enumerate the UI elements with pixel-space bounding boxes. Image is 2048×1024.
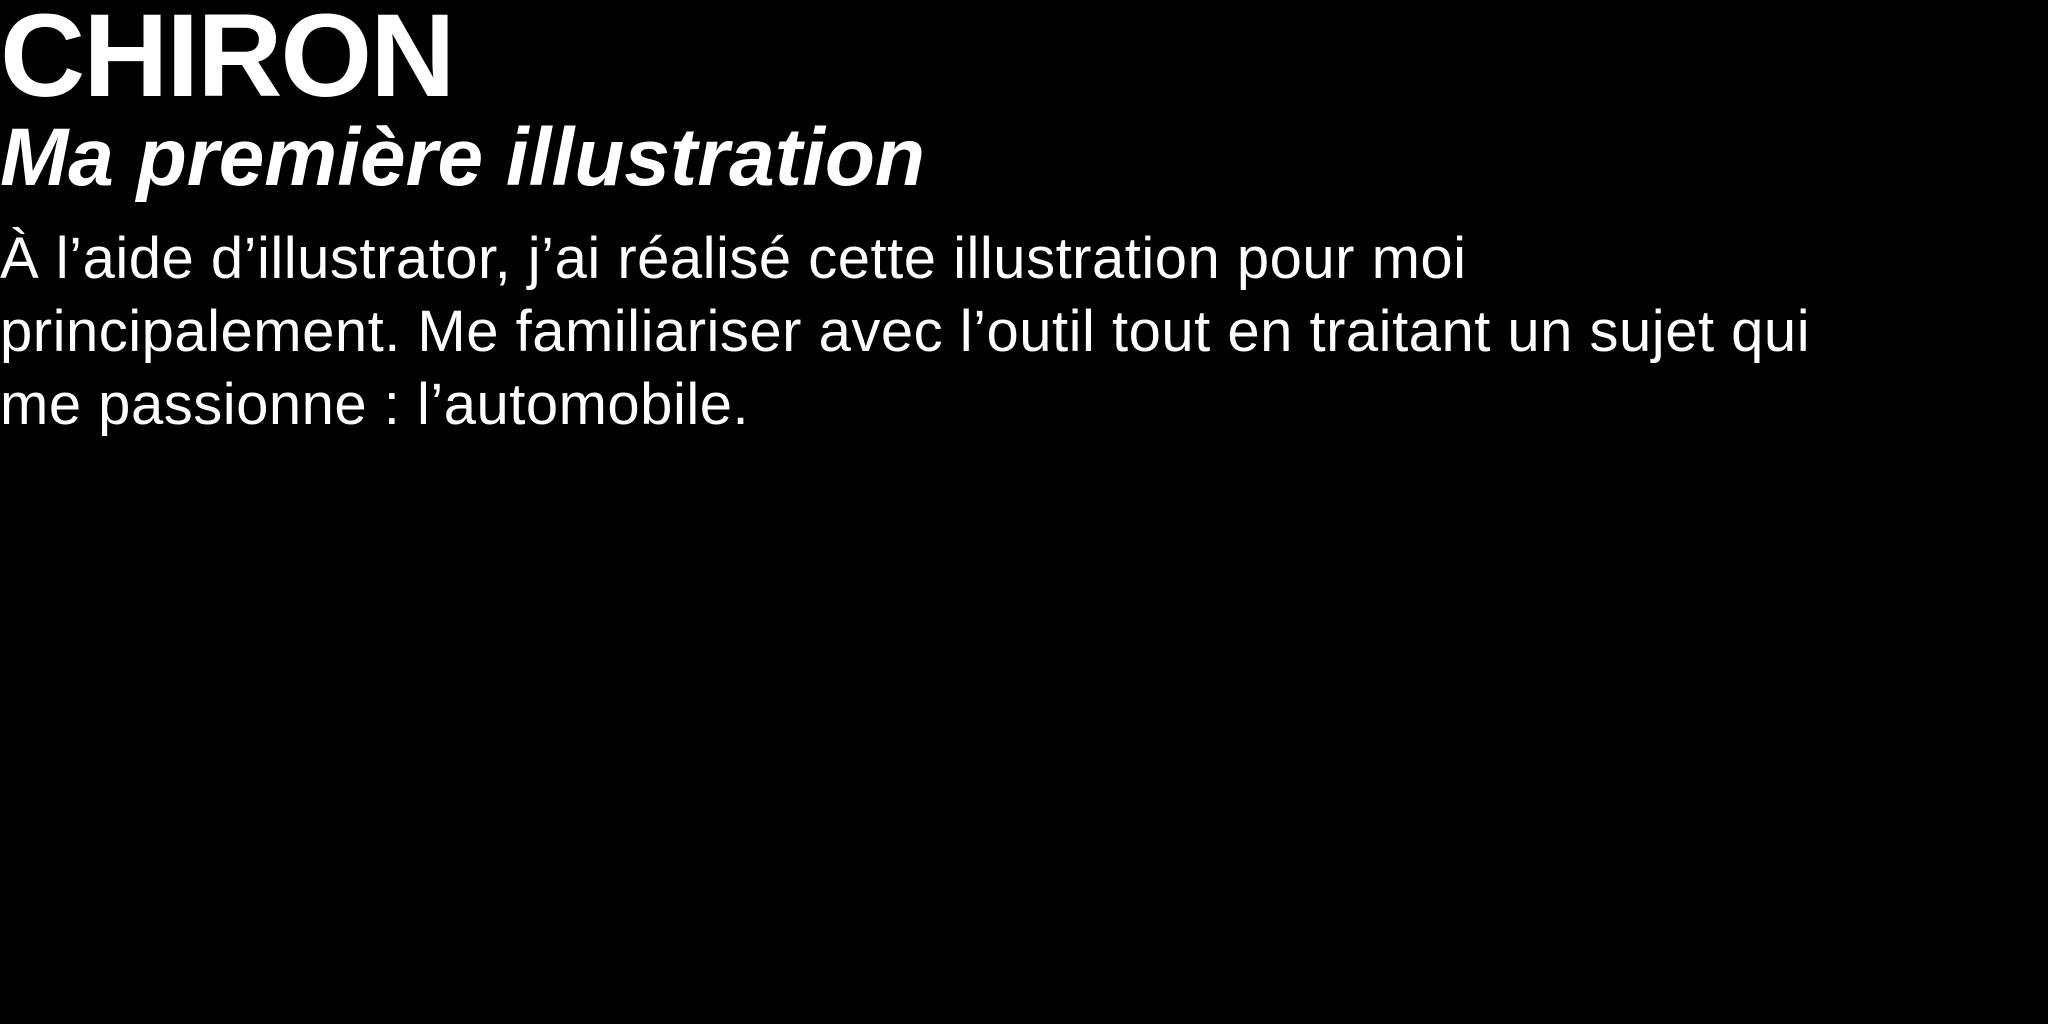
- project-description: À l’aide d’illustrator, j’ai réalisé cet…: [0, 226, 1811, 437]
- page-title: CHIRON: [0, 0, 455, 122]
- page-subtitle: Ma première illustration: [0, 112, 926, 203]
- project-card: CHIRON Ma première illustration À l’aide…: [0, 0, 2048, 1024]
